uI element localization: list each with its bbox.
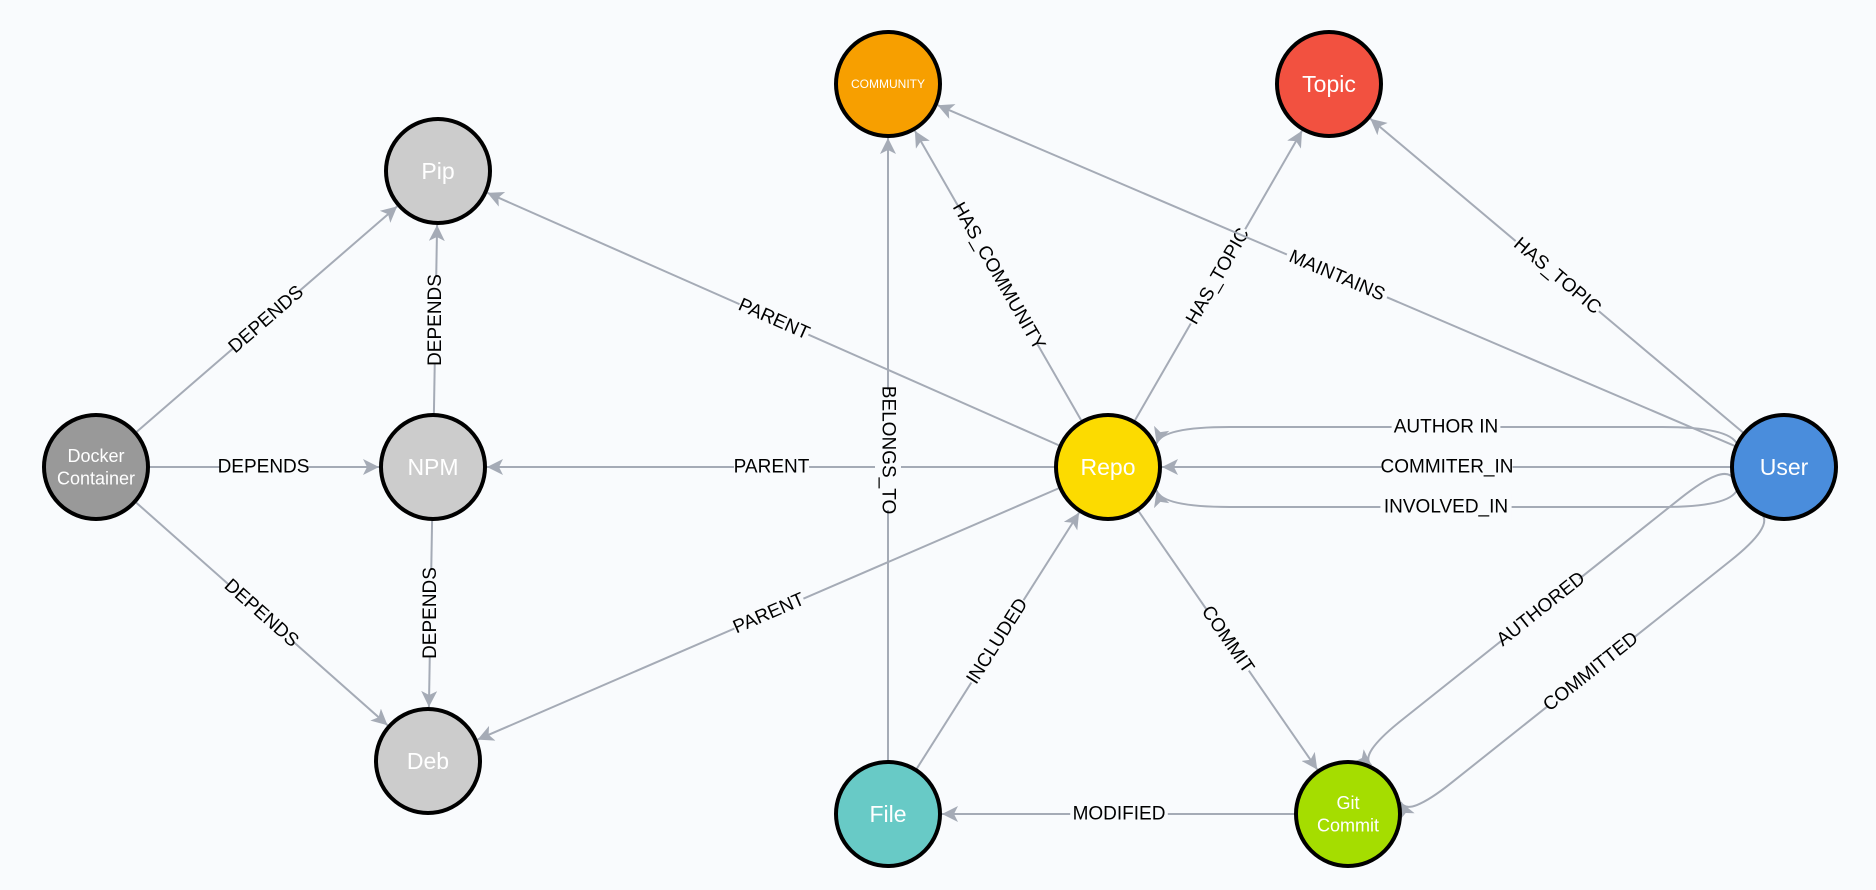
edge-label-group: HAS_COMMUNITY xyxy=(948,199,1049,354)
node-repo[interactable]: Repo xyxy=(1054,413,1162,521)
node-pip[interactable]: Pip xyxy=(384,117,492,225)
edge-label-group: HAS_TOPIC xyxy=(1179,222,1257,330)
edge-file-included-repo[interactable]: INCLUDED xyxy=(914,512,1080,771)
edge-label: DEPENDS xyxy=(225,282,308,358)
graph-canvas[interactable]: DEPENDS DEPENDS DEPENDS DEPENDS DEPENDS PAREN… xyxy=(0,0,1876,890)
edge-user-maintains-community[interactable]: MAINTAINS xyxy=(937,104,1737,448)
edge-label: COMMIT xyxy=(1197,602,1258,678)
node-community[interactable]: COMMUNITY xyxy=(834,30,942,138)
edge-repo-commit-gitcommit[interactable]: COMMIT xyxy=(1136,509,1319,771)
node-label: Git xyxy=(1336,793,1359,813)
node-git-commit[interactable]: GitCommit xyxy=(1294,760,1402,868)
edge-label-group: DEPENDS xyxy=(417,567,444,659)
edge-label-group: DEPENDS xyxy=(218,454,310,480)
edge-label: AUTHORED xyxy=(1493,568,1590,651)
edge-label-group: AUTHOR IN xyxy=(1391,414,1501,440)
edge-user-has-topic-topic[interactable]: HAS_TOPIC xyxy=(1369,118,1745,435)
node-label: Repo xyxy=(1081,454,1136,480)
node-label: User xyxy=(1760,454,1809,480)
edge-label: HAS_TOPIC xyxy=(1509,234,1605,319)
edge-label-group: MAINTAINS xyxy=(1281,242,1393,310)
edge-label: MAINTAINS xyxy=(1286,246,1388,305)
node-label: Deb xyxy=(407,748,449,774)
node-label: COMMUNITY xyxy=(851,77,925,91)
edge-label: DEPENDS xyxy=(220,575,303,652)
edge-repo-parent-npm[interactable]: PARENT xyxy=(487,454,1056,480)
edge-label: COMMITTED xyxy=(1539,628,1642,716)
node-label: Container xyxy=(57,468,135,488)
node-label: Commit xyxy=(1317,815,1379,835)
edge-npm-depends-pip[interactable]: DEPENDS xyxy=(422,224,449,416)
node-user[interactable]: User xyxy=(1730,413,1838,521)
edge-label: HAS_COMMUNITY xyxy=(948,199,1049,354)
node-deb[interactable]: Deb xyxy=(374,707,482,815)
edge-label-group: DEPENDS xyxy=(220,574,303,652)
edge-user-involved-in-repo[interactable]: INVOLVED_IN xyxy=(1154,489,1739,520)
edge-user-author-in-repo[interactable]: AUTHOR IN xyxy=(1154,414,1739,445)
edge-npm-depends-deb[interactable]: DEPENDS xyxy=(417,518,444,708)
edge-label: MODIFIED xyxy=(1073,804,1166,825)
edge-label-group: COMMIT xyxy=(1195,601,1260,678)
edge-label: HAS_TOPIC xyxy=(1182,225,1254,328)
edge-repo-parent-deb[interactable]: PARENT xyxy=(477,486,1061,741)
edge-user-committed-gitcommit[interactable]: COMMITTED xyxy=(1399,513,1766,820)
node-label: File xyxy=(869,801,906,827)
node-circle[interactable] xyxy=(42,413,150,521)
edge-docker-depends-pip[interactable]: DEPENDS xyxy=(134,205,398,434)
edge-docker-depends-npm[interactable]: DEPENDS xyxy=(148,454,379,480)
node-label: Pip xyxy=(421,158,454,184)
edge-label: DEPENDS xyxy=(218,457,310,478)
edge-label: AUTHOR IN xyxy=(1394,417,1499,438)
edge-label: PARENT xyxy=(734,457,810,478)
edge-label-group: PARENT xyxy=(734,292,814,347)
edge-label: COMMITER_IN xyxy=(1381,457,1514,478)
edge-label-group: COMMITTED xyxy=(1539,627,1642,716)
edge-label-group: HAS_TOPIC xyxy=(1507,231,1608,322)
edge-label: BELONGS_TO xyxy=(878,386,899,514)
edge-label-group: BELONGS_TO xyxy=(875,386,901,514)
edge-label: DEPENDS xyxy=(425,274,446,366)
edge-label-group: AUTHORED xyxy=(1493,568,1590,651)
edge-label-group: MODIFIED xyxy=(1070,801,1168,827)
edge-repo-has-topic-topic[interactable]: HAS_TOPIC xyxy=(1133,130,1303,423)
edge-label-group: COMMITER_IN xyxy=(1381,454,1514,480)
edge-label-group: PARENT xyxy=(734,454,810,480)
edge-label-group: DEPENDS xyxy=(422,274,449,366)
edge-repo-has-community-community[interactable]: HAS_COMMUNITY xyxy=(914,130,1083,423)
edge-docker-depends-deb[interactable]: DEPENDS xyxy=(134,500,389,726)
edge-label-group: PARENT xyxy=(729,586,809,641)
node-docker-container[interactable]: DockerContainer xyxy=(42,413,150,521)
edge-label: INVOLVED_IN xyxy=(1384,497,1508,518)
edge-label: INCLUDED xyxy=(963,595,1033,688)
edge-gitcommit-modified-file[interactable]: MODIFIED xyxy=(942,801,1296,827)
edge-label-group: DEPENDS xyxy=(225,281,308,358)
node-topic[interactable]: Topic xyxy=(1275,30,1383,138)
edge-label-group: INVOLVED_IN xyxy=(1380,494,1512,520)
nodes-layer: DockerContainer Pip NPM Deb COMMUNITY Topic Re… xyxy=(42,30,1838,868)
node-label: NPM xyxy=(407,454,458,480)
edge-label-group: INCLUDED xyxy=(960,593,1035,690)
node-label: Topic xyxy=(1302,71,1356,97)
node-file[interactable]: File xyxy=(834,760,942,868)
edge-user-commiter-in-repo[interactable]: COMMITER_IN xyxy=(1162,454,1732,480)
node-npm[interactable]: NPM xyxy=(379,413,487,521)
edge-file-belongs-to-community[interactable]: BELONGS_TO xyxy=(875,138,901,762)
edge-line[interactable] xyxy=(1399,513,1766,820)
node-circle[interactable] xyxy=(1294,760,1402,868)
node-label: Docker xyxy=(67,446,124,466)
edge-label: DEPENDS xyxy=(420,567,441,659)
